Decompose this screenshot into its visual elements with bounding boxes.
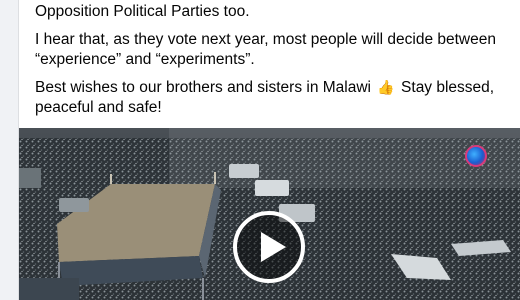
post-card: Opposition Political Parties too. I hear… bbox=[18, 0, 520, 300]
post-paragraph-3: Best wishes to our brothers and sisters … bbox=[35, 78, 505, 118]
video-player[interactable] bbox=[19, 128, 520, 300]
play-icon bbox=[261, 232, 286, 262]
post-paragraph-2: I hear that, as they vote next year, mos… bbox=[35, 31, 496, 68]
post-paragraph-3-start: Best wishes to our brothers and sisters … bbox=[35, 79, 371, 96]
post-body-text: Opposition Political Parties too. I hear… bbox=[35, 0, 505, 126]
play-button[interactable] bbox=[233, 211, 305, 283]
thumbs-up-icon: 👍 bbox=[377, 79, 395, 95]
post-paragraph-1: Opposition Political Parties too. bbox=[35, 3, 250, 20]
channel-logo-icon bbox=[465, 145, 487, 167]
